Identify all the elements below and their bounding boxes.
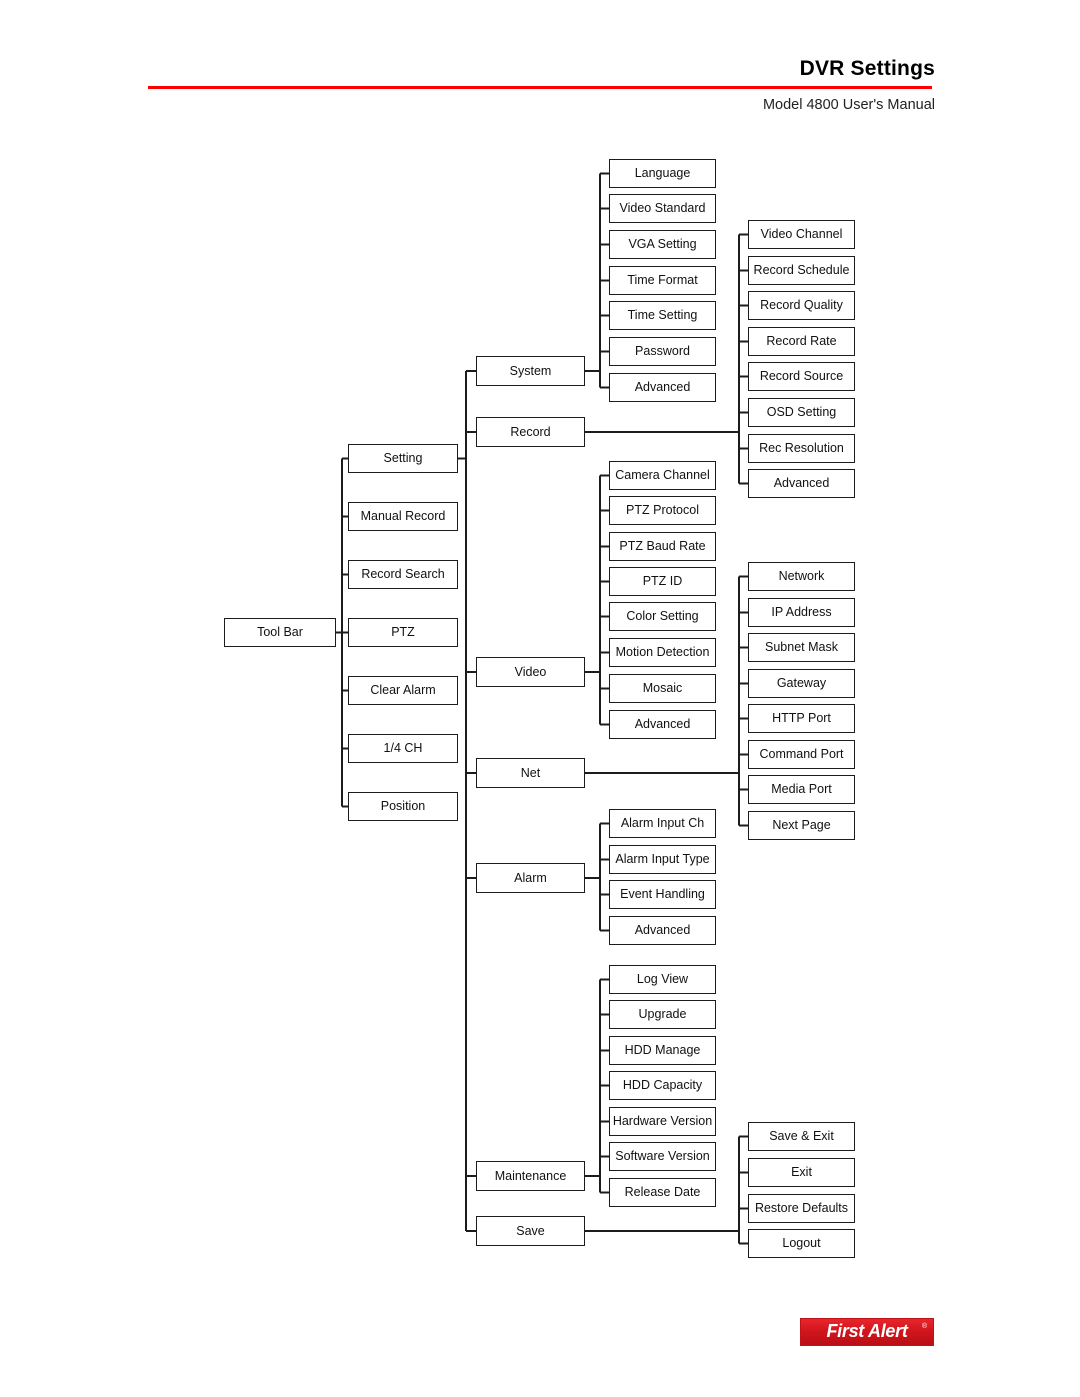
tree-node-record-rate: Record Rate: [748, 327, 855, 356]
tree-node-position: Position: [348, 792, 458, 821]
tree-node-system: System: [476, 356, 585, 386]
tree-node-hardware-version: Hardware Version: [609, 1107, 716, 1136]
tree-node-hdd-capacity: HDD Capacity: [609, 1071, 716, 1100]
tree-node-ptz-id: PTZ ID: [609, 567, 716, 596]
tree-node-rec-resolution: Rec Resolution: [748, 434, 855, 463]
tree-node-advanced: Advanced: [609, 710, 716, 739]
tree-node-http-port: HTTP Port: [748, 704, 855, 733]
tree-node-next-page: Next Page: [748, 811, 855, 840]
tree-node-time-setting: Time Setting: [609, 301, 716, 330]
tree-node-time-format: Time Format: [609, 266, 716, 295]
tree-node-ptz-baud-rate: PTZ Baud Rate: [609, 532, 716, 561]
tree-node-advanced: Advanced: [609, 916, 716, 945]
tree-node-network: Network: [748, 562, 855, 591]
tree-node-record-source: Record Source: [748, 362, 855, 391]
tree-node-gateway: Gateway: [748, 669, 855, 698]
tree-node-log-view: Log View: [609, 965, 716, 994]
first-alert-logo: First Alert ®: [800, 1318, 934, 1346]
tree-node-record-search: Record Search: [348, 560, 458, 589]
tree-node-camera-channel: Camera Channel: [609, 461, 716, 490]
tree-node-restore-defaults: Restore Defaults: [748, 1194, 855, 1223]
tree-node-video-channel: Video Channel: [748, 220, 855, 249]
tree-node-language: Language: [609, 159, 716, 188]
tree-node-release-date: Release Date: [609, 1178, 716, 1207]
tree-node-ptz: PTZ: [348, 618, 458, 647]
tree-node-logout: Logout: [748, 1229, 855, 1258]
tree-node-osd-setting: OSD Setting: [748, 398, 855, 427]
tree-node-alarm-input-type: Alarm Input Type: [609, 845, 716, 874]
tree-node-save: Save: [476, 1216, 585, 1246]
tree-node-record: Record: [476, 417, 585, 447]
tree-node-1-4-ch: 1/4 CH: [348, 734, 458, 763]
tree-node-advanced: Advanced: [748, 469, 855, 498]
tree-node-command-port: Command Port: [748, 740, 855, 769]
tree-node-tool-bar: Tool Bar: [224, 618, 336, 647]
tree-node-color-setting: Color Setting: [609, 602, 716, 631]
tree-node-alarm: Alarm: [476, 863, 585, 893]
tree-node-video: Video: [476, 657, 585, 687]
tree-node-clear-alarm: Clear Alarm: [348, 676, 458, 705]
tree-node-advanced: Advanced: [609, 373, 716, 402]
tree-node-setting: Setting: [348, 444, 458, 473]
tree-node-software-version: Software Version: [609, 1142, 716, 1171]
tree-node-motion-detection: Motion Detection: [609, 638, 716, 667]
tree-node-record-schedule: Record Schedule: [748, 256, 855, 285]
tree-node-password: Password: [609, 337, 716, 366]
tree-node-vga-setting: VGA Setting: [609, 230, 716, 259]
tree-node-ip-address: IP Address: [748, 598, 855, 627]
tree-node-event-handling: Event Handling: [609, 880, 716, 909]
registered-trademark-icon: ®: [921, 1323, 927, 1330]
tree-node-upgrade: Upgrade: [609, 1000, 716, 1029]
tree-node-ptz-protocol: PTZ Protocol: [609, 496, 716, 525]
tree-node-maintenance: Maintenance: [476, 1161, 585, 1191]
tree-node-manual-record: Manual Record: [348, 502, 458, 531]
tree-node-exit: Exit: [748, 1158, 855, 1187]
tree-node-save-and-exit: Save & Exit: [748, 1122, 855, 1151]
first-alert-logo-text: First Alert: [826, 1320, 908, 1341]
tree-node-hdd-manage: HDD Manage: [609, 1036, 716, 1065]
tree-node-media-port: Media Port: [748, 775, 855, 804]
tree-node-video-standard: Video Standard: [609, 194, 716, 223]
tree-node-net: Net: [476, 758, 585, 788]
tree-node-alarm-input-ch: Alarm Input Ch: [609, 809, 716, 838]
tree-node-record-quality: Record Quality: [748, 291, 855, 320]
tree-node-subnet-mask: Subnet Mask: [748, 633, 855, 662]
tree-node-mosaic: Mosaic: [609, 674, 716, 703]
menu-tree-diagram: Tool Bar Setting Manual Record Record Searc…: [0, 0, 1080, 1397]
